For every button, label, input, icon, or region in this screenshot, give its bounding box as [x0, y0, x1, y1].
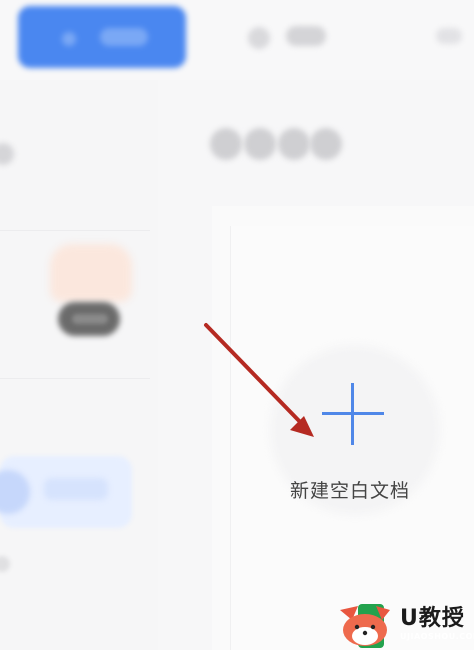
watermark-domain: UJIAOSHOU.COM [400, 632, 474, 641]
create-blank-document-label[interactable]: 新建空白文档 [290, 476, 410, 503]
top-tab-icon[interactable] [248, 27, 270, 49]
sidebar-divider [0, 378, 150, 379]
watermark: U教授 UJIAOSHOU.COM [332, 596, 474, 650]
fox-logo-icon [340, 604, 390, 648]
new-button-label [100, 28, 148, 46]
title-glyph [244, 128, 276, 160]
title-glyph [278, 128, 310, 160]
sidebar [0, 80, 158, 650]
avatar[interactable] [50, 244, 132, 302]
more-icon[interactable] [436, 28, 462, 44]
new-button[interactable] [18, 6, 186, 68]
user-badge-label [72, 314, 108, 324]
page-title [210, 128, 342, 164]
new-button-icon [62, 32, 76, 46]
title-glyph [310, 128, 342, 160]
sidebar-divider [0, 230, 150, 231]
top-tab-label[interactable] [286, 26, 326, 46]
sidebar-selected-label [44, 478, 108, 500]
title-glyph [210, 128, 242, 160]
watermark-title: U教授 [400, 606, 465, 631]
plus-icon[interactable] [322, 383, 384, 445]
